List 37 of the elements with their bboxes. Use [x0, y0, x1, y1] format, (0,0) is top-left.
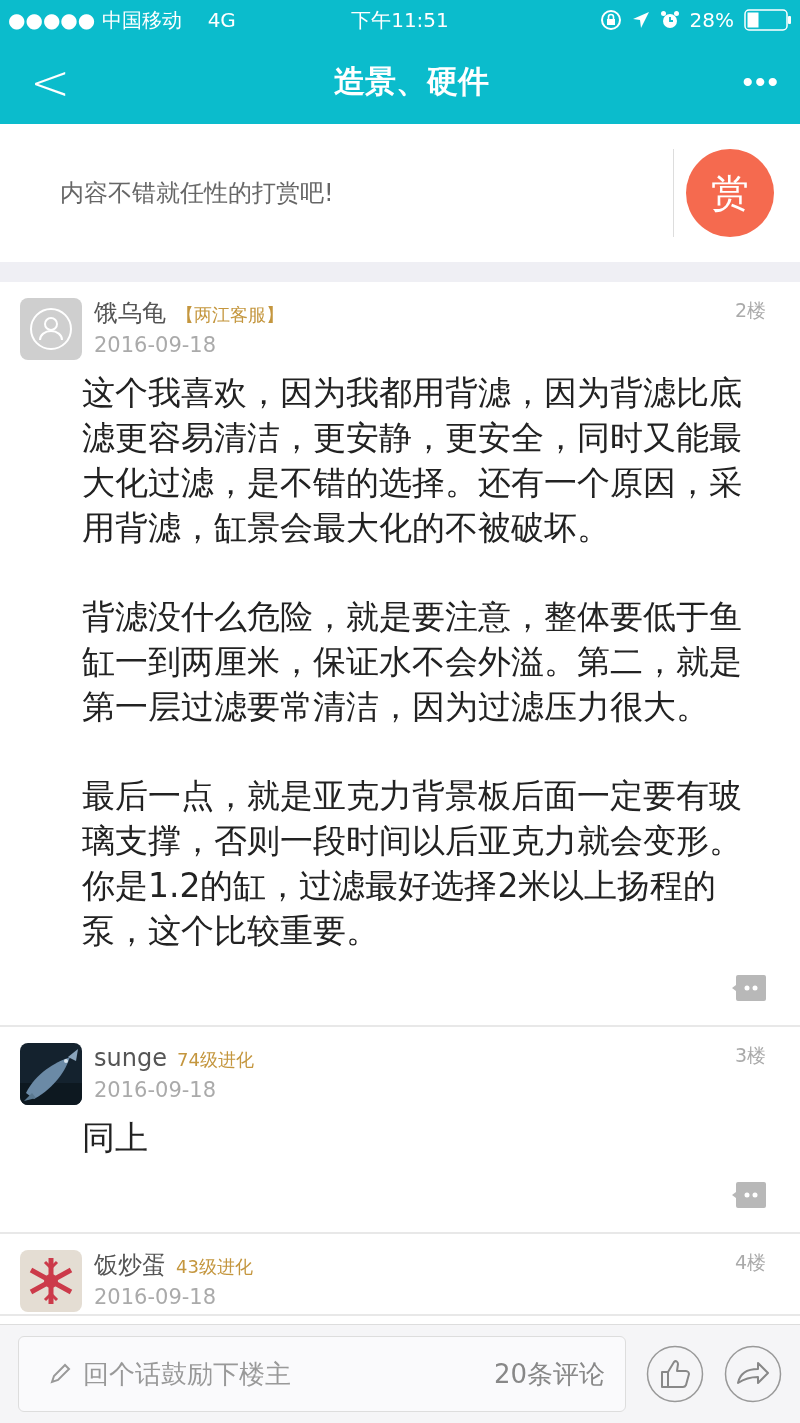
- post-date: 2016-09-18: [94, 1077, 218, 1104]
- comment-count[interactable]: 20条评论: [493, 1356, 605, 1392]
- comment-icon[interactable]: [732, 1182, 766, 1208]
- default-avatar-icon: [20, 298, 82, 360]
- user-tag: 74级进化: [176, 1045, 254, 1075]
- carrier-label: ●●●●● 中国移动: [8, 6, 182, 34]
- share-button[interactable]: [724, 1345, 782, 1403]
- clock: 下午11:51: [350, 6, 450, 34]
- reward-button[interactable]: 赏: [686, 149, 774, 237]
- user-tag: 【两江客服】: [176, 300, 284, 330]
- user-name[interactable]: 饿乌龟: [94, 298, 166, 328]
- floor-number: 4楼: [734, 1250, 766, 1275]
- comment-input[interactable]: 回个话鼓励下楼主 20条评论: [18, 1336, 626, 1412]
- post-paragraph: 最后一点，就是亚克力背景板后面一定要有玻璃支撑，否则一段时间以后亚克力就会变形。你是1.2的缸，过滤最好选择2米以上扬程的泵，这个比较重要。: [82, 775, 743, 952]
- page-title: 造景、硬件: [333, 62, 489, 101]
- pencil-icon: [49, 1363, 71, 1385]
- alarm-icon: [659, 10, 680, 30]
- network-label: 4G: [207, 8, 236, 32]
- user-name[interactable]: sunge: [94, 1043, 167, 1073]
- more-button[interactable]: •••: [742, 65, 780, 99]
- thumbs-up-button[interactable]: [646, 1345, 704, 1403]
- post-date: 2016-09-18: [94, 1284, 218, 1311]
- battery-percent: 28%: [689, 8, 734, 32]
- comment-icon[interactable]: [732, 975, 766, 1001]
- rotation-lock-icon: [599, 9, 622, 31]
- post-paragraph: 这个我喜欢，因为我都用背滤，因为背滤比底滤更容易清洁，更安静，更安全，同时又能最大化过滤，是不错的选择。还有一个原因，采用背滤，缸景会最大化的不被破坏。: [82, 372, 743, 549]
- user-tag: 43级进化: [176, 1252, 253, 1282]
- post-paragraph: 同上: [82, 1117, 149, 1159]
- location-arrow-icon: [631, 11, 650, 29]
- floor-number: 2楼: [734, 298, 766, 323]
- battery-icon: [744, 9, 792, 31]
- post-paragraph: 背滤没什么危险，就是要注意，整体要低于鱼缸一到两厘米，保证水不会外溢。第二，就是第一层过滤要常清洁，因为过滤压力很大。: [82, 596, 743, 728]
- post-date: 2016-09-18: [94, 332, 218, 359]
- user-name[interactable]: 饭炒蛋: [94, 1250, 166, 1280]
- reward-prompt: 内容不错就任性的打赏吧!: [60, 178, 335, 209]
- back-button[interactable]: <: [20, 54, 81, 110]
- floor-number: 3楼: [734, 1043, 766, 1068]
